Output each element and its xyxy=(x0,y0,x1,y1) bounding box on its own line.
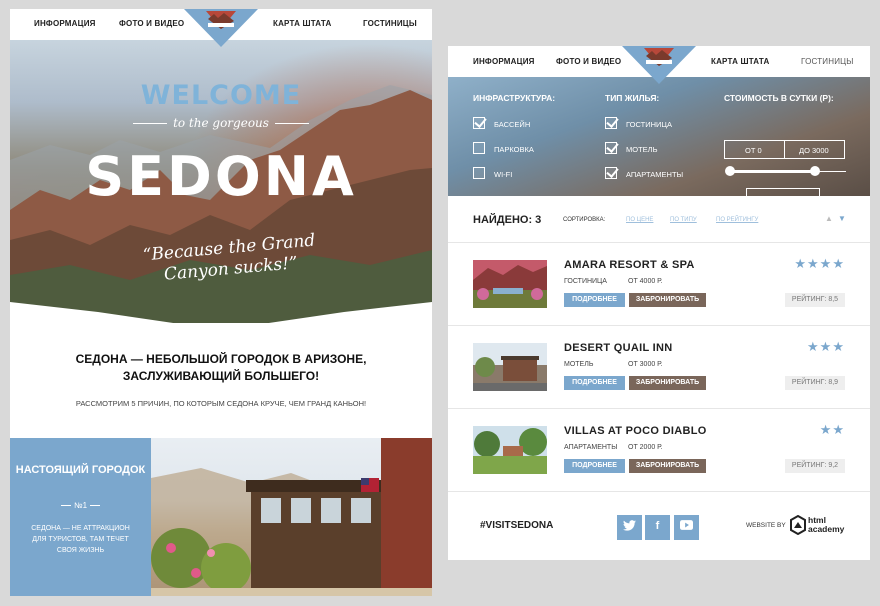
academy-line2: academy xyxy=(808,524,845,534)
feature-number: №1 xyxy=(10,501,151,510)
sort-descending-icon[interactable]: ▼ xyxy=(838,214,846,223)
hotel-type: Апартаменты xyxy=(564,444,618,451)
hashtag: #VISITSEDONA xyxy=(480,520,554,531)
checkbox-motel-label: Мотель xyxy=(626,145,658,154)
footer: #VISITSEDONA f Website by html academy xyxy=(448,493,870,560)
nav-item-state-map[interactable]: Карта штата xyxy=(711,57,769,66)
details-button[interactable]: Подробнее xyxy=(564,293,625,307)
rating-badge: Рейтинг: 8,9 xyxy=(785,376,845,390)
price-range-fill xyxy=(730,170,816,173)
logo-emblem[interactable] xyxy=(184,9,258,47)
nav-item-hotels[interactable]: Гостиницы xyxy=(801,57,854,66)
checkbox-motel[interactable] xyxy=(605,142,617,154)
checkbox-hotel[interactable] xyxy=(605,117,617,129)
infra-title: Инфраструктура: xyxy=(473,93,556,103)
hotel-type: Гостиница xyxy=(564,278,607,285)
website-by-label: Website by xyxy=(746,522,786,529)
hotel-photo[interactable] xyxy=(473,260,547,308)
checkbox-pool[interactable] xyxy=(473,117,485,129)
hero-title: SEDONA xyxy=(85,145,357,208)
hero-subtitle: to the gorgeous xyxy=(10,116,432,130)
feature-text: Седона — не аттракцион для туристов, там… xyxy=(31,525,130,554)
sort-by-price[interactable]: по цене xyxy=(626,217,653,223)
twitter-icon[interactable] xyxy=(617,515,642,540)
price-range-max-handle[interactable] xyxy=(810,166,820,176)
star-icon: ★★ xyxy=(819,422,845,437)
rating-badge: Рейтинг: 8,5 xyxy=(785,293,845,307)
landing-page: Информация Фото и видео Карта штата Гост… xyxy=(10,9,432,596)
hotel-price: от 4000 р. xyxy=(628,278,663,285)
checkbox-parking[interactable] xyxy=(473,142,485,154)
book-button[interactable]: Забронировать xyxy=(629,459,706,473)
nav-item-state-map[interactable]: Карта штата xyxy=(273,19,331,28)
hotel-card: Villas at Poco Diablo Апартаменты от 200… xyxy=(448,409,870,492)
type-title: Тип жилья: xyxy=(605,93,660,103)
feature-number-text: №1 xyxy=(73,501,88,510)
checkbox-hotel-label: Гостиница xyxy=(626,120,672,129)
sort-label: Сортировка: xyxy=(563,217,606,223)
details-button[interactable]: Подробнее xyxy=(564,459,625,473)
hotels-page: Информация Фото и видео Карта штата Гост… xyxy=(448,46,870,560)
feature-card: Настоящий городок №1 Седона — не аттракц… xyxy=(10,438,151,596)
checkbox-wifi-label: Wi-Fi xyxy=(494,170,513,179)
details-button[interactable]: Подробнее xyxy=(564,376,625,390)
sort-by-type[interactable]: по типу xyxy=(670,217,697,223)
hotel-name[interactable]: Villas at Poco Diablo xyxy=(564,425,707,437)
price-from-input[interactable]: от 0 xyxy=(724,140,785,159)
feature-title: Настоящий городок xyxy=(15,464,146,476)
hotel-card: Desert Quail Inn Мотель от 3000 р. Подро… xyxy=(448,326,870,409)
nav-item-info[interactable]: Информация xyxy=(473,57,535,66)
intro-title: Седона — небольшой городок в Аризоне, за… xyxy=(75,352,367,383)
logo-emblem[interactable] xyxy=(622,46,696,84)
nav-item-photo-video[interactable]: Фото и видео xyxy=(119,19,184,28)
checkbox-apartments[interactable] xyxy=(605,167,617,179)
hotel-name[interactable]: Desert Quail Inn xyxy=(564,342,673,354)
checkbox-apartments-label: Апартаменты xyxy=(626,170,684,179)
star-icon: ★★★★ xyxy=(794,256,845,271)
results-count: Найдено: 3 xyxy=(473,214,542,226)
checkbox-wifi[interactable] xyxy=(473,167,485,179)
checkbox-pool-label: Бассейн xyxy=(494,120,531,129)
hero-subtitle-text: to the gorgeous xyxy=(173,116,269,130)
facebook-icon[interactable]: f xyxy=(645,515,670,540)
nav-item-hotels[interactable]: Гостиницы xyxy=(363,19,417,28)
hotel-filter: Инфраструктура: Бассейн Парковка Wi-Fi Т… xyxy=(448,77,870,207)
hotel-price: от 3000 р. xyxy=(628,361,663,368)
price-range-min-handle[interactable] xyxy=(725,166,735,176)
checkbox-parking-label: Парковка xyxy=(494,145,534,154)
hotel-price: от 2000 р. xyxy=(628,444,663,451)
rating-badge: Рейтинг: 9,2 xyxy=(785,459,845,473)
sort-by-rating[interactable]: по рейтингу xyxy=(716,217,758,223)
book-button[interactable]: Забронировать xyxy=(629,293,706,307)
hotel-photo[interactable] xyxy=(473,426,547,474)
academy-logo-icon[interactable] xyxy=(790,515,806,535)
academy-logo-text[interactable]: html academy xyxy=(808,516,844,534)
hotel-type: Мотель xyxy=(564,361,594,368)
price-title: Стоимость в сутки (Р): xyxy=(724,93,834,103)
hero-banner: WELCOME to the gorgeous SEDONA “Because … xyxy=(10,40,432,323)
youtube-icon[interactable] xyxy=(674,515,699,540)
hotel-card: Amara Resort & Spa Гостиница от 4000 р. … xyxy=(448,243,870,326)
intro-subtitle: Рассмотрим 5 причин, по которым Седона к… xyxy=(75,399,367,408)
nav-item-photo-video[interactable]: Фото и видео xyxy=(556,57,621,66)
nav-item-info[interactable]: Информация xyxy=(34,19,96,28)
hotel-photo[interactable] xyxy=(473,343,547,391)
hero-welcome: WELCOME xyxy=(140,80,302,111)
hotel-name[interactable]: Amara Resort & Spa xyxy=(564,259,695,271)
sort-ascending-icon[interactable]: ▲ xyxy=(825,214,833,223)
price-to-input[interactable]: до 3000 xyxy=(784,140,845,159)
results-bar: Найдено: 3 Сортировка: по цене по типу п… xyxy=(448,196,870,243)
star-icon: ★★★ xyxy=(807,339,845,354)
town-photo xyxy=(151,438,432,596)
book-button[interactable]: Забронировать xyxy=(629,376,706,390)
